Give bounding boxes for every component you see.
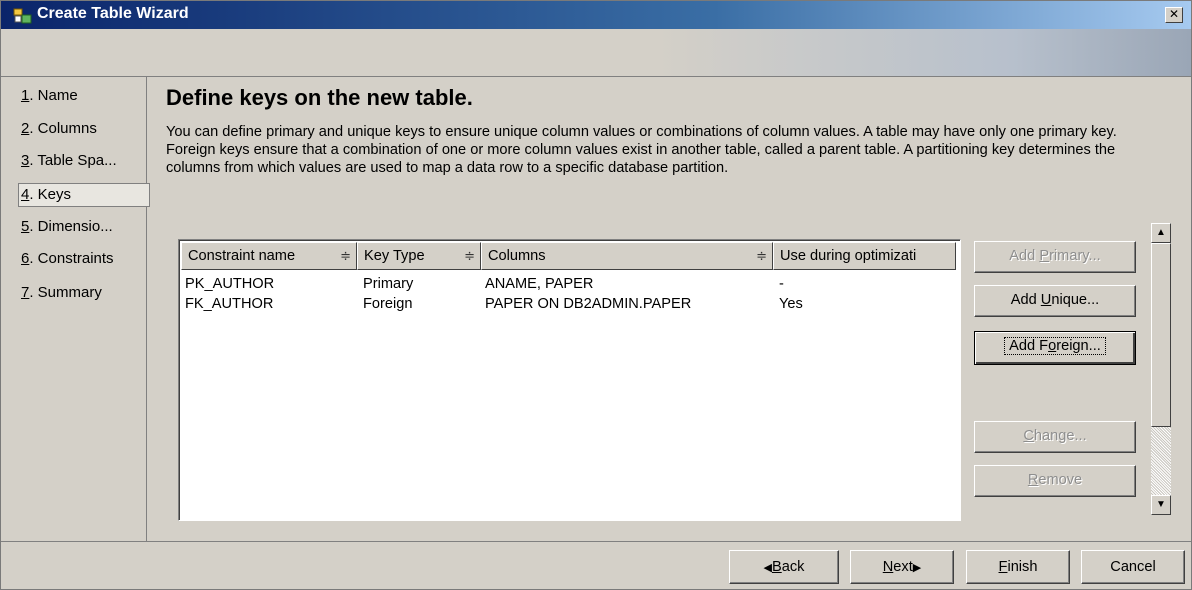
finish-button[interactable]: Finish — [966, 550, 1070, 584]
sort-icon: ≑ — [756, 248, 767, 263]
scroll-down-icon[interactable]: ▼ — [1151, 495, 1171, 515]
keys-table: Constraint name ≑ Key Type ≑ Columns ≑ Use … — [178, 239, 961, 521]
button-text: hange... — [1033, 428, 1087, 444]
table-header: Constraint name ≑ Key Type ≑ Columns ≑ Use … — [181, 242, 956, 270]
footer-bar: ◀Back Next▶ Finish Cancel — [1, 541, 1191, 589]
next-arrow-icon: ▶ — [912, 562, 922, 574]
cell-use-during-optimization: - — [779, 276, 784, 292]
nav-step-summary[interactable]: 7. Summary — [19, 282, 147, 306]
button-text: inish — [1007, 559, 1038, 575]
nav-step-dimensions[interactable]: 5. Dimensio... — [19, 216, 147, 240]
remove-button[interactable]: Remove — [974, 465, 1136, 497]
create-table-wizard-window: Create Table Wizard ✕ 1. Name 2. Columns… — [0, 0, 1192, 590]
cell-key-type: Primary — [363, 276, 414, 292]
main-content: Define keys on the new table. You can de… — [148, 77, 1191, 541]
button-mnemonic: P — [1039, 248, 1050, 264]
nav-step-name[interactable]: 1. Name — [19, 85, 147, 109]
nav-step-label: . Keys — [29, 186, 72, 203]
button-text: nique... — [1051, 292, 1100, 308]
page-title: Define keys on the new table. — [166, 85, 473, 110]
column-header-use-during-optimization[interactable]: Use during optimizati — [773, 242, 956, 270]
nav-step-columns[interactable]: 2. Columns — [19, 118, 147, 142]
table-body: PK_AUTHOR Primary ANAME, PAPER - FK_AUTH… — [181, 274, 956, 314]
add-primary-button[interactable]: Add Primary... — [974, 241, 1136, 273]
nav-step-keys[interactable]: 4. Keys — [18, 183, 150, 207]
close-icon[interactable]: ✕ — [1165, 7, 1183, 23]
nav-step-label: . Columns — [29, 120, 97, 137]
button-mnemonic: N — [882, 559, 894, 575]
button-text: Add F — [1009, 338, 1049, 354]
cell-constraint-name: PK_AUTHOR — [185, 276, 275, 292]
cell-constraint-name: FK_AUTHOR — [185, 296, 274, 312]
vertical-scrollbar[interactable]: ▲ ▼ — [1151, 223, 1171, 515]
scroll-up-icon[interactable]: ▲ — [1151, 223, 1171, 243]
column-header-label: Columns — [488, 248, 546, 264]
nav-step-table-space[interactable]: 3. Table Spa... — [19, 150, 147, 174]
column-header-label: Key Type — [364, 248, 425, 264]
table-row[interactable]: PK_AUTHOR Primary ANAME, PAPER - — [181, 274, 956, 294]
column-header-key-type[interactable]: Key Type ≑ — [357, 242, 481, 270]
button-mnemonic: o — [1048, 338, 1057, 354]
next-button[interactable]: Next▶ — [850, 550, 954, 584]
cell-key-type: Foreign — [363, 296, 413, 312]
table-row[interactable]: FK_AUTHOR Foreign PAPER ON DB2ADMIN.PAPE… — [181, 294, 956, 314]
button-focus-label: Add Foreign... — [1004, 337, 1106, 355]
cancel-button[interactable]: Cancel — [1081, 550, 1185, 584]
button-mnemonic: C — [1023, 428, 1034, 444]
page-description: You can define primary and unique keys t… — [166, 124, 1117, 176]
button-text: emove — [1038, 472, 1083, 488]
back-button[interactable]: ◀Back — [729, 550, 839, 584]
button-text: rimary... — [1049, 248, 1101, 264]
cell-columns: ANAME, PAPER — [485, 276, 594, 292]
nav-step-constraints[interactable]: 6. Constraints — [19, 248, 147, 272]
scroll-thumb[interactable] — [1151, 243, 1171, 427]
column-header-columns[interactable]: Columns ≑ — [481, 242, 773, 270]
add-foreign-button[interactable]: Add Foreign... — [974, 331, 1136, 365]
button-mnemonic: B — [772, 559, 782, 575]
nav-step-label: . Constraints — [29, 250, 114, 267]
button-text: ext — [893, 559, 913, 575]
wizard-step-nav: 1. Name 2. Columns 3. Table Spa... 4. Ke… — [9, 77, 150, 541]
button-text: reign... — [1056, 338, 1101, 354]
column-header-label: Constraint name — [188, 248, 296, 264]
nav-step-label: . Dimensio... — [29, 218, 113, 235]
back-arrow-icon: ◀ — [763, 562, 772, 574]
change-button[interactable]: Change... — [974, 421, 1136, 453]
button-mnemonic: R — [1027, 472, 1039, 488]
wizard-icon — [13, 7, 33, 25]
button-mnemonic: U — [1040, 292, 1052, 308]
nav-step-label: . Summary — [29, 284, 102, 301]
title-bar: Create Table Wizard ✕ — [1, 1, 1191, 29]
cell-use-during-optimization: Yes — [779, 296, 803, 312]
cell-columns: PAPER ON DB2ADMIN.PAPER — [485, 296, 692, 312]
nav-step-label: . Table Spa... — [29, 152, 117, 169]
sort-icon: ≑ — [340, 248, 351, 263]
add-unique-button[interactable]: Add Unique... — [974, 285, 1136, 317]
sort-icon: ≑ — [464, 248, 475, 263]
button-text: ack — [781, 559, 805, 575]
scroll-track[interactable] — [1151, 427, 1171, 495]
window-title: Create Table Wizard — [37, 5, 189, 22]
nav-step-label: . Name — [29, 87, 78, 104]
header-banner — [1, 29, 1191, 77]
button-text: Add — [1010, 292, 1041, 308]
column-header-constraint-name[interactable]: Constraint name ≑ — [181, 242, 357, 270]
button-text: Add — [1009, 248, 1040, 264]
column-header-label: Use during optimizati — [780, 248, 917, 264]
